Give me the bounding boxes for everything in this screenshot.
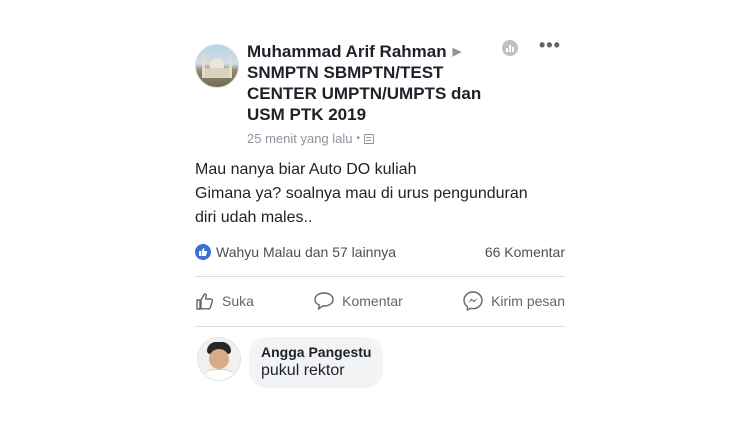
post-text-line-2: Gimana ya? soalnya mau di urus pengundur… xyxy=(195,185,528,202)
arrow-right-icon: ▶ xyxy=(452,46,462,58)
group-name-line-2[interactable]: CENTER UMPTN/UMPTS dan xyxy=(247,83,507,104)
action-bar: Suka Komentar Kirim pesan xyxy=(195,286,565,316)
comment-icon xyxy=(314,292,334,310)
comment-button[interactable]: Komentar xyxy=(313,291,403,311)
group-name-line-1[interactable]: SNMPTN SBMPTN/TEST xyxy=(247,62,507,83)
comment-count[interactable]: 66 Komentar xyxy=(485,244,565,260)
like-label: Suka xyxy=(222,293,254,309)
author-name[interactable]: Muhammad Arif Rahman xyxy=(247,42,447,61)
reactors-text[interactable]: Wahyu Malau dan 57 lainnya xyxy=(216,244,485,260)
comment-bubble: Angga Pangestu pukul rektor xyxy=(249,337,384,388)
comment-label: Komentar xyxy=(342,293,403,309)
author-line: Muhammad Arif Rahman ▶ xyxy=(247,42,507,62)
post-header: Muhammad Arif Rahman ▶ SNMPTN SBMPTN/TEST… xyxy=(247,42,507,146)
comment-text: pukul rektor xyxy=(261,362,345,379)
divider xyxy=(195,326,565,327)
insights-icon[interactable] xyxy=(502,40,518,56)
divider xyxy=(195,276,565,277)
thumbs-up-outline-icon xyxy=(196,293,214,310)
reactions-bar: Wahyu Malau dan 57 lainnya 66 Komentar xyxy=(195,242,565,262)
author-avatar[interactable] xyxy=(195,44,239,88)
post-body: Mau nanya biar Auto DO kuliah Gimana ya?… xyxy=(195,158,575,230)
post-text-line-1: Mau nanya biar Auto DO kuliah xyxy=(195,161,417,178)
commenter-avatar[interactable] xyxy=(197,337,241,381)
send-message-label: Kirim pesan xyxy=(491,293,565,309)
meta-separator: • xyxy=(356,133,361,144)
group-name-line-3[interactable]: USM PTK 2019 xyxy=(247,104,507,125)
messenger-icon xyxy=(463,291,483,311)
group-privacy-icon xyxy=(364,133,375,144)
thumbs-up-icon xyxy=(195,244,211,260)
post-card: Muhammad Arif Rahman ▶ SNMPTN SBMPTN/TEST… xyxy=(183,30,578,422)
post-meta: 25 menit yang lalu • xyxy=(247,131,507,146)
post-timestamp[interactable]: 25 menit yang lalu xyxy=(247,131,353,146)
like-button[interactable]: Suka xyxy=(195,291,254,311)
commenter-name[interactable]: Angga Pangestu xyxy=(261,343,371,361)
post-text-line-3: diri udah males.. xyxy=(195,209,313,226)
more-icon[interactable]: ••• xyxy=(539,36,561,54)
send-message-button[interactable]: Kirim pesan xyxy=(462,290,565,312)
